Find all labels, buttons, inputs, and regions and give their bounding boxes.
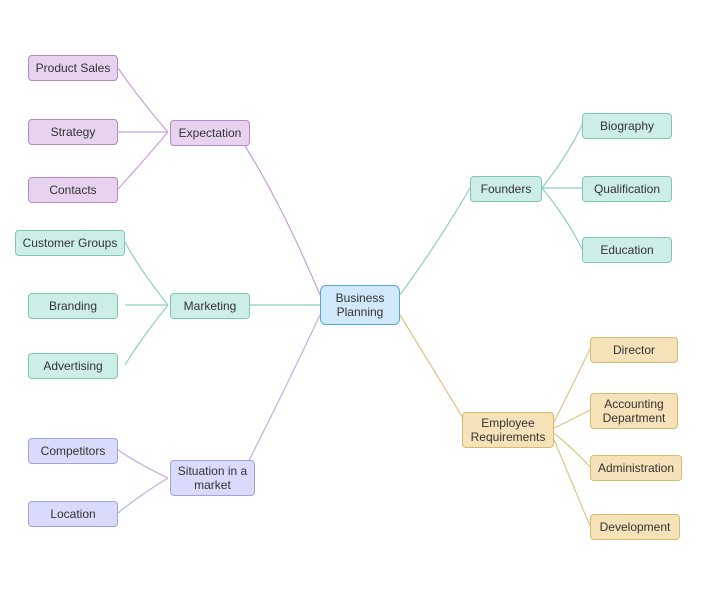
marketing-node: Marketing (170, 293, 250, 319)
customer-groups-node: Customer Groups (15, 230, 125, 256)
product-sales-node: Product Sales (28, 55, 118, 81)
biography-node: Biography (582, 113, 672, 139)
director-node: Director (590, 337, 678, 363)
employee-requirements-node: Employee Requirements (462, 412, 554, 448)
education-node: Education (582, 237, 672, 263)
location-node: Location (28, 501, 118, 527)
accounting-node: Accounting Department (590, 393, 678, 429)
qualification-node: Qualification (582, 176, 672, 202)
situation-node: Situation in a market (170, 460, 255, 496)
development-node: Development (590, 514, 680, 540)
advertising-node: Advertising (28, 353, 118, 379)
competitors-node: Competitors (28, 438, 118, 464)
strategy-node: Strategy (28, 119, 118, 145)
founders-node: Founders (470, 176, 542, 202)
center-node: Business Planning (320, 285, 400, 325)
contacts-node: Contacts (28, 177, 118, 203)
expectation-node: Expectation (170, 120, 250, 146)
branding-node: Branding (28, 293, 118, 319)
administration-node: Administration (590, 455, 682, 481)
